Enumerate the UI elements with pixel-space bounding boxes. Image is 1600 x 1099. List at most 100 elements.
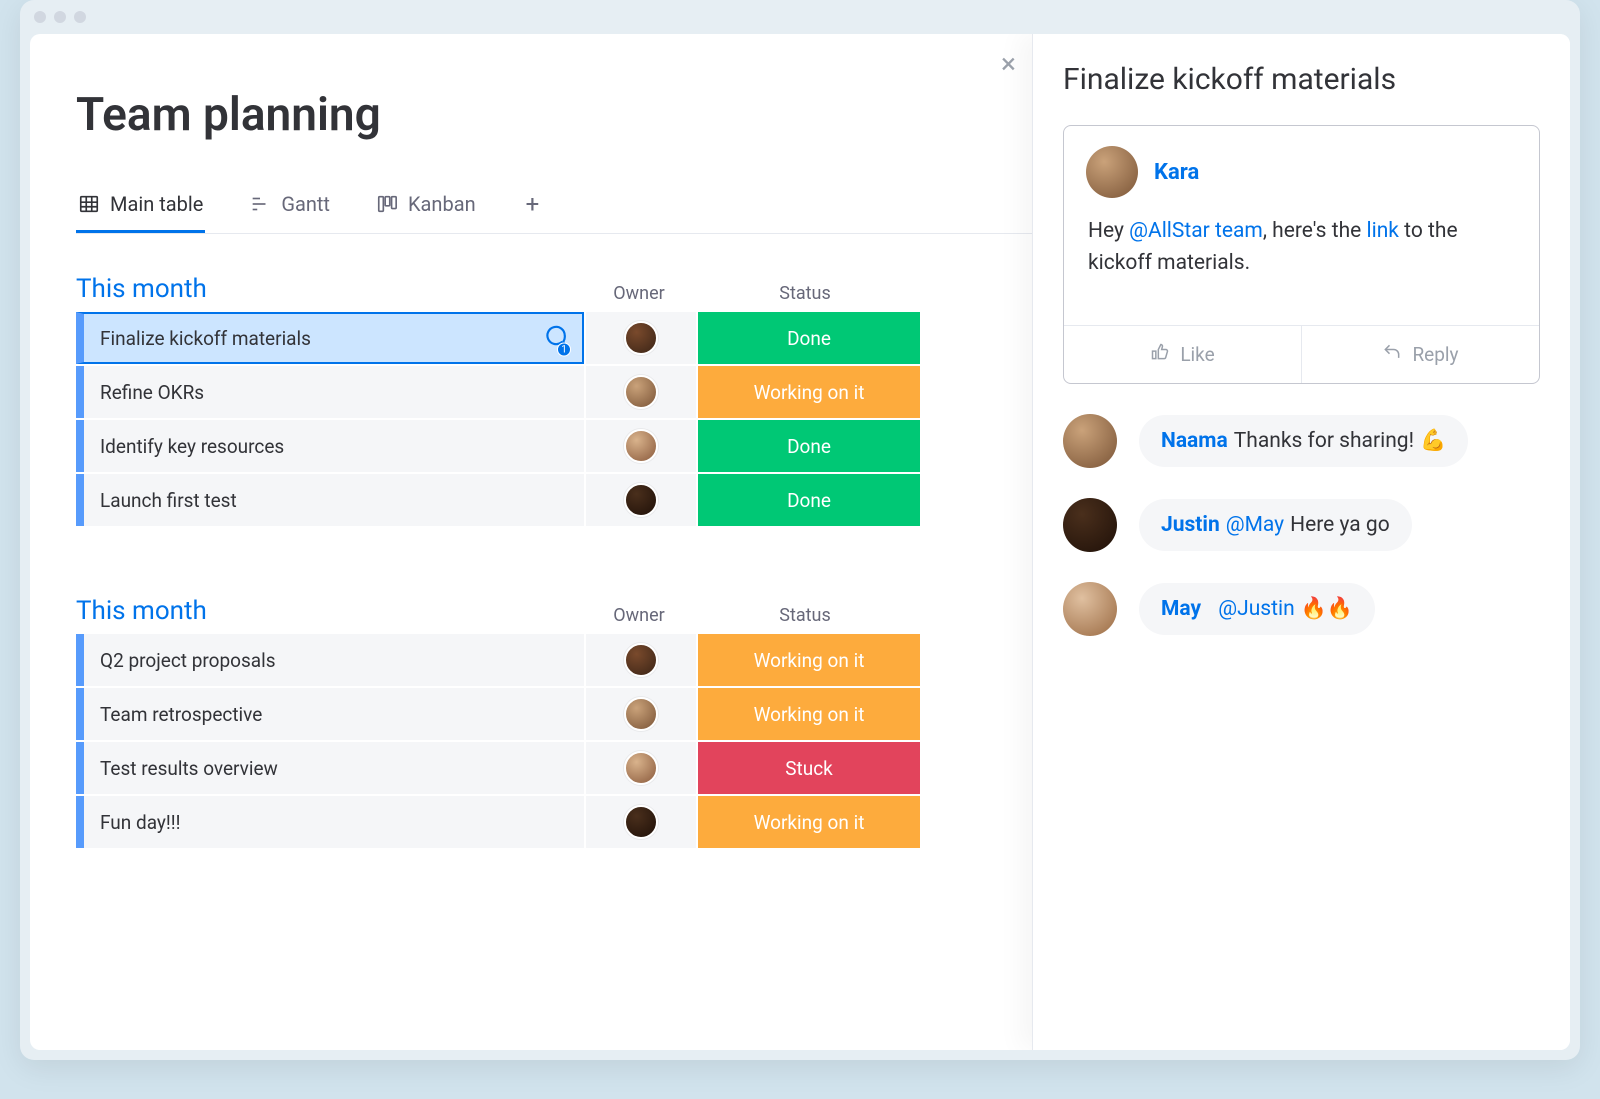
emoji: 💪 (1420, 429, 1446, 453)
comment-author[interactable]: Kara (1154, 160, 1199, 185)
item-name: Finalize kickoff materials (100, 327, 311, 350)
item-name-cell[interactable]: Q2 project proposals (76, 634, 584, 686)
reply-item: Justin @May Here ya go (1063, 498, 1540, 552)
mention[interactable]: @Justin (1218, 597, 1294, 621)
table-row: Launch first test Done (76, 474, 1032, 526)
group-title[interactable]: This month (76, 596, 584, 626)
avatar (624, 751, 658, 785)
reply-bubble[interactable]: Justin @May Here ya go (1139, 499, 1412, 551)
item-name-cell[interactable]: Finalize kickoff materials 1 (76, 312, 584, 364)
mention[interactable]: @AllStar team (1129, 219, 1263, 243)
item-name-cell[interactable]: Launch first test (76, 474, 584, 526)
comment-card: Kara Hey @AllStar team, here's the link … (1063, 125, 1540, 384)
status-cell[interactable]: Done (698, 312, 920, 364)
reply-author: Justin (1161, 513, 1220, 537)
reply-item: May @Justin 🔥🔥 (1063, 582, 1540, 636)
tab-main-table[interactable]: Main table (76, 186, 205, 233)
item-name-cell[interactable]: Test results overview (76, 742, 584, 794)
avatar (624, 483, 658, 517)
like-button[interactable]: Like (1064, 326, 1301, 383)
owner-cell[interactable] (586, 742, 696, 794)
avatar (624, 321, 658, 355)
item-name-cell[interactable]: Team retrospective (76, 688, 584, 740)
link[interactable]: link (1366, 219, 1398, 243)
status-cell[interactable]: Done (698, 420, 920, 472)
item-name: Identify key resources (100, 435, 284, 458)
item-name: Test results overview (100, 757, 278, 780)
owner-cell[interactable] (586, 366, 696, 418)
tab-label: Gantt (281, 192, 330, 216)
thumbs-up-icon (1150, 342, 1170, 367)
tab-label: Main table (110, 192, 203, 216)
avatar (624, 375, 658, 409)
window-titlebar (20, 0, 1580, 34)
side-panel-title: Finalize kickoff materials (1063, 62, 1540, 97)
item-name: Team retrospective (100, 703, 262, 726)
column-header-owner: Owner (584, 605, 694, 626)
status-cell[interactable]: Working on it (698, 366, 920, 418)
tab-kanban[interactable]: Kanban (374, 186, 478, 233)
item-name-cell[interactable]: Fun day!!! (76, 796, 584, 848)
view-tabs: Main table Gantt Kanban + (76, 186, 1032, 234)
item-name: Refine OKRs (100, 381, 204, 404)
chat-icon[interactable]: 1 (542, 323, 568, 354)
table-row: Identify key resources Done (76, 420, 1032, 472)
table-row: Test results overview Stuck (76, 742, 1032, 794)
comment-count-badge: 1 (557, 343, 571, 357)
add-view-button[interactable]: + (520, 190, 546, 230)
item-name: Fun day!!! (100, 811, 181, 834)
table-row: Fun day!!! Working on it (76, 796, 1032, 848)
avatar (624, 643, 658, 677)
table-row: Q2 project proposals Working on it (76, 634, 1032, 686)
table-row: Finalize kickoff materials 1 Done (76, 312, 1032, 364)
kanban-icon (376, 193, 398, 215)
item-name-cell[interactable]: Identify key resources (76, 420, 584, 472)
owner-cell[interactable] (586, 796, 696, 848)
tab-gantt[interactable]: Gantt (247, 186, 332, 233)
owner-cell[interactable] (586, 688, 696, 740)
column-header-status: Status (694, 605, 916, 626)
item-detail-panel: × Finalize kickoff materials Kara Hey @A… (1032, 34, 1570, 1050)
status-cell[interactable]: Done (698, 474, 920, 526)
group-title[interactable]: This month (76, 274, 584, 304)
avatar (1063, 582, 1117, 636)
status-cell[interactable]: Working on it (698, 634, 920, 686)
emoji: 🔥🔥 (1301, 597, 1353, 621)
item-name-cell[interactable]: Refine OKRs (76, 366, 584, 418)
close-icon[interactable]: × (1001, 50, 1016, 78)
tab-label: Kanban (408, 192, 476, 216)
reply-bubble[interactable]: May @Justin 🔥🔥 (1139, 583, 1375, 635)
group: This month Owner Status Q2 project propo… (76, 596, 1032, 848)
avatar (624, 429, 658, 463)
avatar (1086, 146, 1138, 198)
window-dot (74, 11, 86, 23)
reply-item: Naama Thanks for sharing! 💪 (1063, 414, 1540, 468)
avatar (1063, 498, 1117, 552)
item-name: Launch first test (100, 489, 237, 512)
avatar (624, 697, 658, 731)
window-dot (54, 11, 66, 23)
item-name: Q2 project proposals (100, 649, 276, 672)
status-cell[interactable]: Stuck (698, 742, 920, 794)
status-cell[interactable]: Working on it (698, 796, 920, 848)
reply-author: May (1161, 597, 1201, 621)
app-window: Team planning Main table Gantt (20, 0, 1580, 1060)
avatar (1063, 414, 1117, 468)
reply-icon (1382, 342, 1402, 367)
column-header-owner: Owner (584, 283, 694, 304)
avatar (624, 805, 658, 839)
owner-cell[interactable] (586, 474, 696, 526)
mention[interactable]: @May (1226, 513, 1284, 537)
page-title: Team planning (76, 88, 1032, 142)
table-row: Refine OKRs Working on it (76, 366, 1032, 418)
owner-cell[interactable] (586, 312, 696, 364)
comment-body: Hey @AllStar team, here's the link to th… (1064, 206, 1539, 325)
window-dot (34, 11, 46, 23)
group: This month Owner Status Finalize kickoff… (76, 274, 1032, 526)
status-cell[interactable]: Working on it (698, 688, 920, 740)
owner-cell[interactable] (586, 420, 696, 472)
reply-button[interactable]: Reply (1301, 326, 1539, 383)
reply-bubble[interactable]: Naama Thanks for sharing! 💪 (1139, 415, 1468, 467)
owner-cell[interactable] (586, 634, 696, 686)
table-row: Team retrospective Working on it (76, 688, 1032, 740)
